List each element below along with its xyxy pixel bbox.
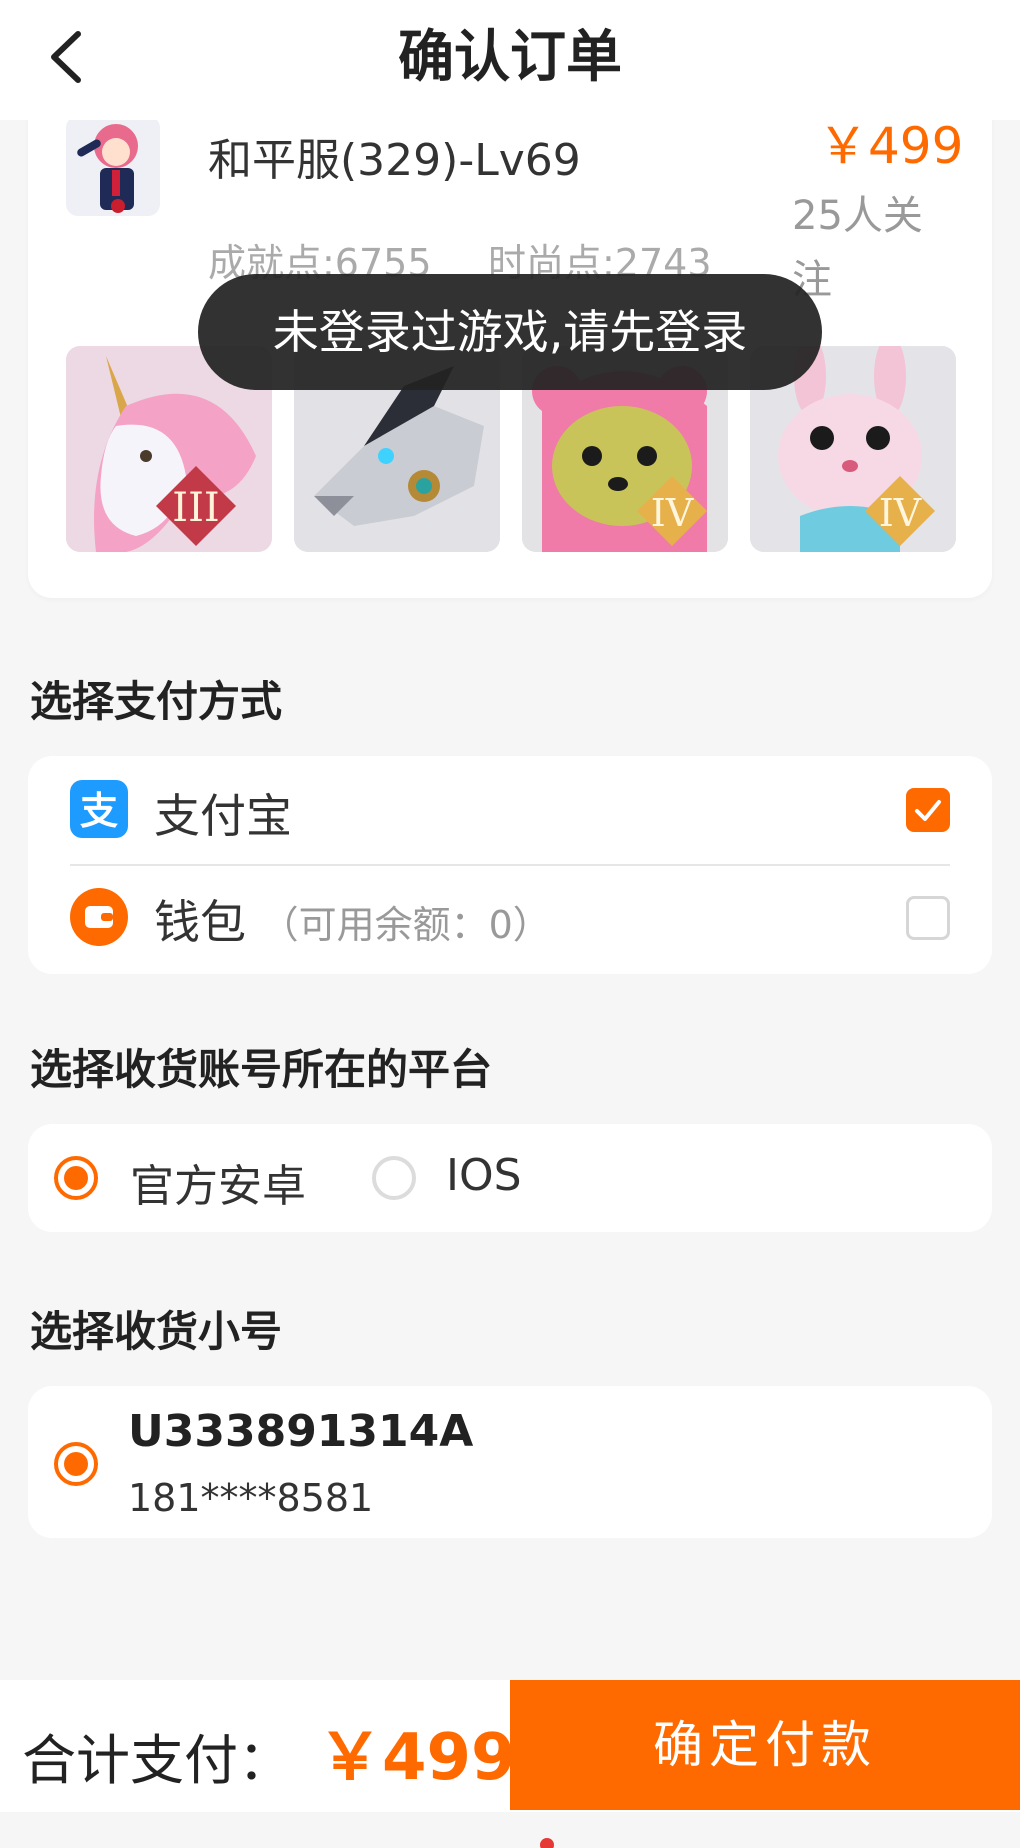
svg-text:IV: IV [651,491,694,535]
alipay-icon: 支 [70,780,128,838]
ios-radio[interactable] [372,1156,416,1200]
total-price: ￥499 [318,1721,516,1795]
ios-label[interactable]: IOS [446,1150,522,1201]
product-name: 和平服(329)-Lv69 [208,135,581,186]
account-id: U333891314A [128,1406,474,1457]
login-toast: 未登录过游戏,请先登录 [198,274,822,390]
payment-section-title: 选择支付方式 [30,677,283,726]
platform-card: 官方安卓 IOS [28,1124,992,1232]
wallet-checkbox[interactable] [906,896,950,940]
bottom-bar: 合计支付： ￥499 确定付款 [0,1680,1020,1812]
total-label: 合计支付： [22,1729,292,1792]
page-title: 确认订单 [398,25,622,90]
svg-text:IV: IV [879,491,922,535]
check-icon [915,800,941,821]
account-section-title: 选择收货小号 [30,1307,283,1356]
alipay-checkbox[interactable] [906,788,950,832]
account-phone: 181****8581 [128,1476,374,1520]
wallet-balance: （可用余额：0） [260,903,551,947]
svg-text:支: 支 [80,789,118,833]
wallet-label: 钱包 （可用余额：0） [154,886,551,952]
wallet-icon [70,888,128,946]
platform-section-title: 选择收货账号所在的平台 [30,1045,493,1094]
product-thumbnail [66,116,160,216]
indicator-dot [540,1838,554,1848]
payment-card: 支 支付宝 钱包 （可用余额：0） [28,756,992,974]
product-followers: 25人关注 [792,193,923,303]
android-label[interactable]: 官方安卓 [130,1150,306,1214]
confirm-pay-button[interactable]: 确定付款 [510,1680,1020,1810]
account-card[interactable]: U333891314A 181****8581 [28,1386,992,1538]
bottom-strip [0,1812,1020,1848]
payment-option-wallet[interactable]: 钱包 （可用余额：0） [28,866,992,974]
header: 确认订单 [0,0,1020,120]
android-radio[interactable] [54,1156,98,1200]
wallet-name: 钱包 [154,895,246,949]
alipay-label: 支付宝 [154,789,292,843]
payment-option-alipay[interactable]: 支 支付宝 [28,756,992,864]
svg-text:III: III [172,485,219,531]
account-radio[interactable] [54,1442,98,1486]
